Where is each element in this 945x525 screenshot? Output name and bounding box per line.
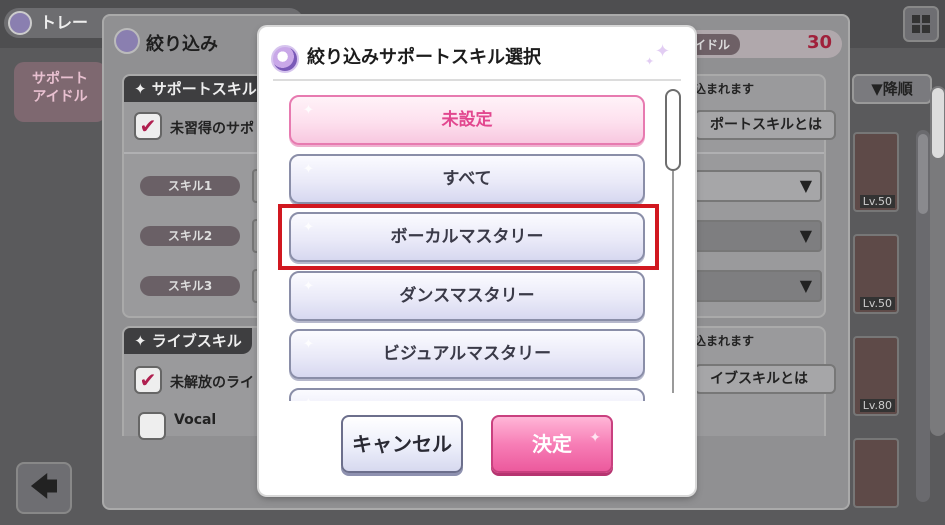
filter-logo-icon — [114, 28, 140, 54]
sparkle-icon: ✦ — [645, 55, 655, 68]
unreleased-label: 未解放のライ — [170, 375, 254, 391]
option-unset[interactable]: 未設定 — [289, 95, 645, 145]
triangle-down-icon: ▼ — [799, 176, 812, 195]
skill2-dropdown[interactable]: ▼ — [694, 220, 822, 252]
option-all[interactable]: すべて — [289, 154, 645, 204]
card-level: Lv.50 — [859, 195, 895, 208]
support-idol-tab[interactable]: サポート アイドル — [14, 62, 106, 122]
unacquired-label: 未習得のサポ — [170, 121, 254, 137]
live-skill-header: ✦ ライブスキル — [124, 328, 252, 354]
live-skill-info-button[interactable]: イブスキルとは — [694, 364, 836, 394]
filter-dialog-title: 絞り込み — [114, 28, 218, 56]
back-button[interactable]: 🡄 — [16, 462, 72, 514]
option-dance-mastery[interactable]: ダンスマスタリー — [289, 271, 645, 321]
skill3-tag: スキル3 — [140, 276, 240, 296]
support-skill-header: ✦ サポートスキル — [124, 76, 267, 102]
grid-menu-button[interactable] — [903, 6, 939, 42]
check-icon: ✔ — [139, 368, 157, 392]
filter-scrollbar[interactable] — [930, 86, 945, 436]
dialog-title: 絞り込みサポートスキル選択 — [271, 43, 541, 73]
idol-card[interactable]: Lv.50 — [853, 132, 899, 212]
support-skill-note: 込まれます — [694, 82, 755, 96]
arrow-left-icon: 🡄 — [29, 470, 59, 503]
idol-count: 30 — [806, 32, 832, 53]
idol-card[interactable]: Lv.80 — [853, 336, 899, 416]
ok-button[interactable]: 決定 — [491, 411, 613, 473]
support-skill-info-button[interactable]: ポートスキルとは — [694, 110, 836, 140]
skill3-dropdown[interactable]: ▼ — [694, 270, 822, 302]
vocal-label: Vocal — [174, 412, 217, 428]
card-level: Lv.80 — [859, 399, 895, 412]
title-divider — [273, 79, 681, 81]
skill-select-dialog: 絞り込みサポートスキル選択 ✦ ✦ 未設定 すべて ボーカルマスタリー ダンスマ… — [259, 27, 695, 495]
option-visual-mastery[interactable]: ビジュアルマスタリー — [289, 329, 645, 379]
grid-icon — [912, 15, 920, 23]
option-vocal-mastery[interactable]: ボーカルマスタリー — [289, 212, 645, 262]
background-scrollbar[interactable] — [916, 130, 930, 502]
skill-option-list: 未設定 すべて ボーカルマスタリー ダンスマスタリー ビジュアルマスタリー — [287, 91, 651, 401]
dialog-logo-icon — [271, 45, 299, 73]
card-level: Lv.50 — [859, 297, 895, 310]
idol-card[interactable] — [853, 438, 899, 508]
idol-card[interactable]: Lv.50 — [853, 234, 899, 314]
option-list-scrollbar[interactable] — [665, 89, 681, 399]
unacquired-checkbox[interactable]: ✔ — [134, 112, 162, 140]
check-icon: ✔ — [139, 114, 157, 138]
sparkle-icon: ✦ — [655, 41, 671, 62]
triangle-down-icon: ▼ — [799, 226, 812, 245]
skill1-tag: スキル1 — [140, 176, 240, 196]
scroll-thumb[interactable] — [665, 89, 681, 171]
skill2-tag: スキル2 — [140, 226, 240, 246]
live-skill-note: 込まれます — [694, 334, 755, 348]
background-title-text: トレー — [40, 13, 89, 32]
app-logo-icon — [8, 11, 32, 35]
skill1-dropdown[interactable]: ▼ — [694, 170, 822, 202]
vocal-checkbox[interactable] — [138, 412, 166, 440]
unreleased-checkbox[interactable]: ✔ — [134, 366, 162, 394]
option-partial[interactable] — [289, 388, 645, 401]
sort-button[interactable]: ▼降順 — [852, 74, 932, 104]
triangle-down-icon: ▼ — [799, 276, 812, 295]
cancel-button[interactable]: キャンセル — [341, 415, 463, 473]
